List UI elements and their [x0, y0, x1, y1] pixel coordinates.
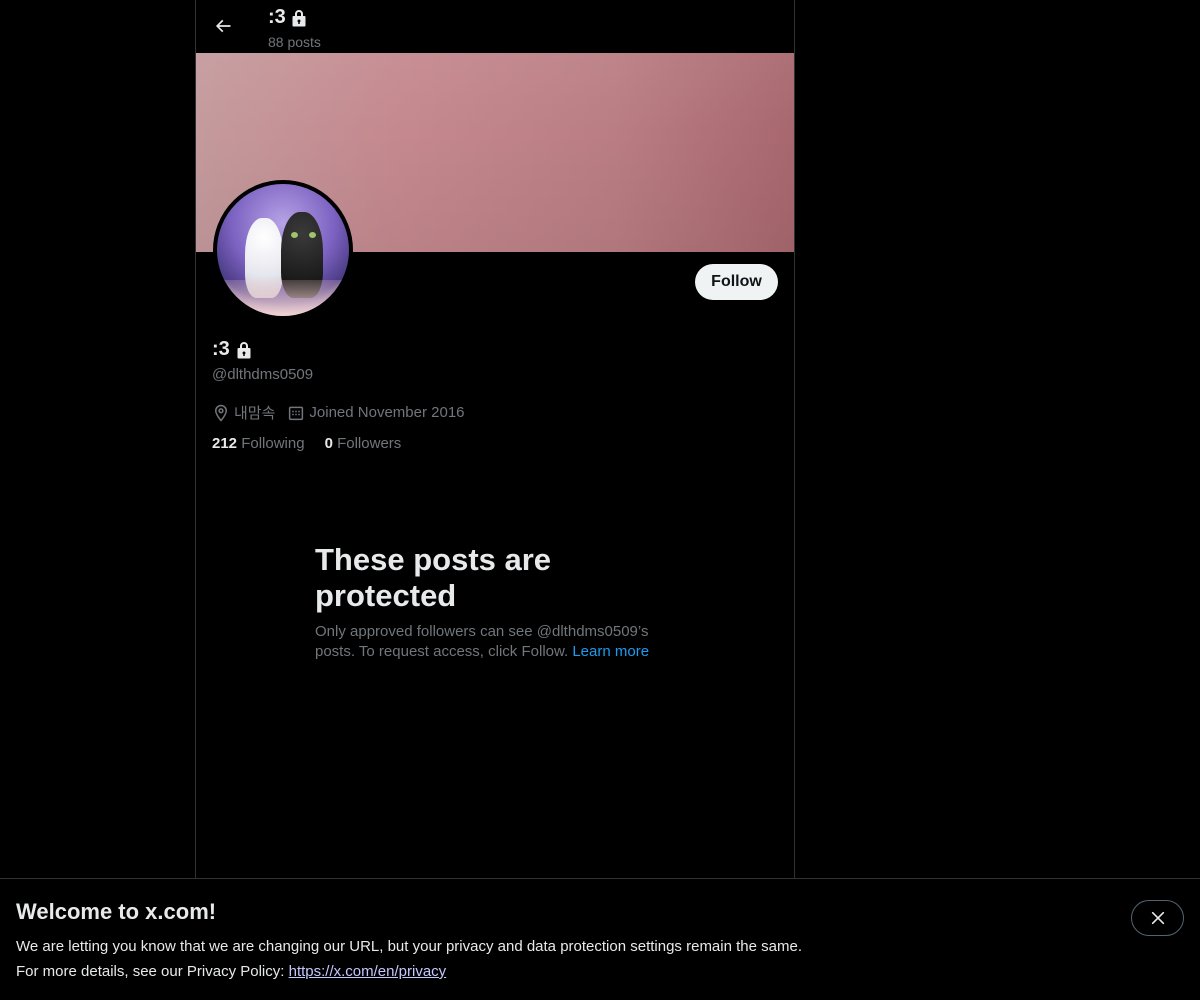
lock-icon [292, 9, 306, 26]
join-date-text: Joined November 2016 [309, 404, 465, 421]
following-label: Following [241, 435, 305, 452]
profile-meta: 내맘속 Joined November 2016 [212, 402, 477, 423]
close-icon [1151, 911, 1164, 925]
followers-link[interactable]: 0 Followers [325, 435, 402, 452]
notice-title: Welcome to x.com! [16, 899, 217, 924]
url-change-notice: Welcome to x.com! We are letting you kno… [0, 878, 1200, 1000]
notice-line-1: We are letting you know that we are chan… [16, 938, 802, 955]
close-notice-button[interactable] [1131, 900, 1184, 936]
back-button[interactable] [208, 11, 238, 41]
protected-heading: These posts are protected [315, 542, 552, 613]
location-text: 내맘속 [234, 405, 276, 422]
notice-line-2-prefix: For more details, see our Privacy Policy… [16, 963, 285, 980]
followers-label: Followers [337, 435, 402, 452]
lock-icon [237, 341, 251, 358]
followers-count: 0 [324, 435, 333, 452]
display-name-row: :3 [212, 338, 252, 361]
avatar[interactable] [213, 180, 353, 320]
protected-body: Only approved followers can see @dlthdms… [315, 622, 675, 662]
topbar-title: :3 [268, 6, 307, 29]
join-date: Joined November 2016 [287, 404, 465, 422]
calendar-icon [289, 406, 304, 420]
user-handle: @dlthdms0509 [212, 366, 314, 383]
location-pin-icon [214, 404, 228, 422]
display-name: :3 [212, 338, 230, 360]
follow-button[interactable]: Follow [695, 264, 778, 300]
protected-notice: These posts are protected Only approved … [315, 542, 675, 662]
follow-stats: 212 Following 0 Followers [212, 435, 401, 452]
topbar-name: :3 [268, 6, 286, 28]
back-arrow-icon [215, 19, 231, 33]
following-count: 212 [212, 435, 238, 452]
profile-topbar: :3 88 posts [196, 0, 794, 53]
privacy-policy-link[interactable]: https://x.com/en/privacy [289, 963, 447, 980]
learn-more-link[interactable]: Learn more [572, 643, 649, 660]
profile-column: :3 88 posts Follow :3 @dlthdms0509 내맘속 J… [195, 0, 795, 878]
following-link[interactable]: 212 Following [212, 435, 305, 452]
notice-line-2: For more details, see our Privacy Policy… [16, 963, 446, 980]
post-count: 88 posts [268, 34, 321, 50]
location: 내맘속 [212, 402, 275, 423]
